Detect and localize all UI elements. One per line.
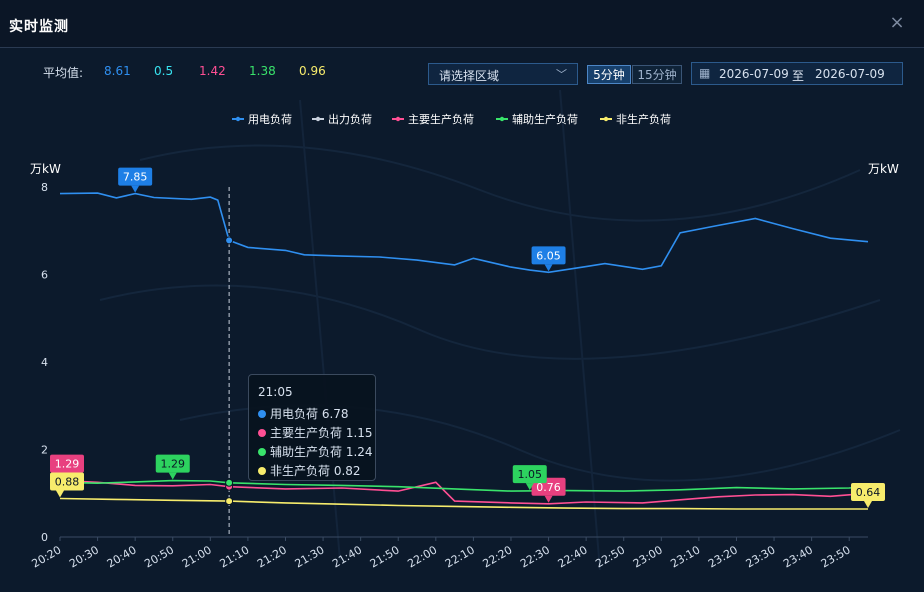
tooltip-dot <box>258 467 266 475</box>
legend-label: 辅助生产负荷 <box>512 112 578 126</box>
x-tick-label: 22:50 <box>593 543 627 570</box>
hover-point <box>225 497 234 506</box>
x-tick-label: 23:00 <box>631 543 665 570</box>
x-tick-label: 21:40 <box>330 543 364 570</box>
y-tick-label: 0 <box>41 531 48 544</box>
tooltip-row-aux: 辅助生产负荷 1.24 <box>258 443 373 460</box>
tooltip-label: 用电负荷 6.78 <box>270 407 349 421</box>
marker-label: 6.05 <box>536 249 561 262</box>
marker-pointer <box>131 185 140 193</box>
x-tick-label: 21:20 <box>255 543 289 570</box>
x-tick-label: 21:50 <box>368 543 402 570</box>
x-tick-label: 23:40 <box>781 543 815 570</box>
chart-tooltip: 21:05 用电负荷 6.78 主要生产负荷 1.15 辅助生产负荷 1.24 … <box>248 374 376 481</box>
marker-label: 1.29 <box>160 458 185 471</box>
x-tick-label: 22:40 <box>556 543 590 570</box>
hover-point <box>225 236 234 245</box>
y-tick-label: 4 <box>41 356 48 369</box>
x-tick-label: 22:10 <box>443 543 477 570</box>
legend-swatch-dot <box>315 116 321 122</box>
x-tick-label: 22:20 <box>481 543 515 570</box>
tooltip-dot <box>258 429 266 437</box>
legend-swatch-dot <box>235 116 241 122</box>
x-tick-label: 21:30 <box>293 543 327 570</box>
x-tick-label: 21:00 <box>180 543 214 570</box>
x-tick-label: 20:40 <box>105 543 139 570</box>
x-tick-label: 23:30 <box>744 543 778 570</box>
marker-label: 1.05 <box>518 468 543 481</box>
x-tick-label: 21:10 <box>217 543 251 570</box>
marker-pointer <box>864 501 872 508</box>
legend-swatch-dot <box>603 116 609 122</box>
tooltip-row-nonprod: 非生产负荷 0.82 <box>258 462 361 479</box>
legend-label: 主要生产负荷 <box>408 112 474 126</box>
marker-pointer <box>56 490 64 498</box>
x-tick-label: 20:30 <box>67 543 101 570</box>
y-tick-label: 8 <box>41 181 48 194</box>
y-tick-label: 2 <box>41 444 48 457</box>
x-tick-label: 20:20 <box>30 543 64 570</box>
tooltip-row-main: 主要生产负荷 1.15 <box>258 424 373 441</box>
marker-label: 0.64 <box>856 486 881 499</box>
marker-pointer <box>544 495 553 503</box>
x-tick-label: 20:50 <box>142 543 176 570</box>
legend-swatch-dot <box>499 116 505 122</box>
marker-pointer <box>544 264 553 272</box>
tooltip-dot <box>258 448 266 456</box>
x-tick-label: 23:50 <box>819 543 853 570</box>
x-tick-label: 23:20 <box>706 543 740 570</box>
tooltip-time: 21:05 <box>258 385 293 399</box>
legend-label: 出力负荷 <box>328 112 372 126</box>
y-tick-label: 6 <box>41 269 48 282</box>
tooltip-dot <box>258 410 266 418</box>
x-tick-label: 22:00 <box>405 543 439 570</box>
series-line <box>59 192 869 274</box>
series-line <box>59 497 868 510</box>
x-tick-label: 23:10 <box>668 543 702 570</box>
legend-swatch-dot <box>395 116 401 122</box>
marker-pointer <box>168 472 177 480</box>
tooltip-row-electric: 用电负荷 6.78 <box>258 405 349 422</box>
load-line-chart: 0 2 4 6 8 20:20 20:30 20:40 20:50 21:00 21:10 21:20… <box>30 112 885 570</box>
tooltip-label: 主要生产负荷 1.15 <box>270 426 373 440</box>
legend-label: 用电负荷 <box>248 112 292 126</box>
hover-point <box>225 478 234 487</box>
marker-label: 0.88 <box>55 476 80 489</box>
marker-label: 1.29 <box>55 458 80 471</box>
tooltip-label: 非生产负荷 0.82 <box>270 464 361 478</box>
x-tick-label: 22:30 <box>518 543 552 570</box>
legend-label: 非生产负荷 <box>616 112 671 126</box>
marker-label: 7.85 <box>123 171 148 184</box>
tooltip-label: 辅助生产负荷 1.24 <box>270 445 373 459</box>
